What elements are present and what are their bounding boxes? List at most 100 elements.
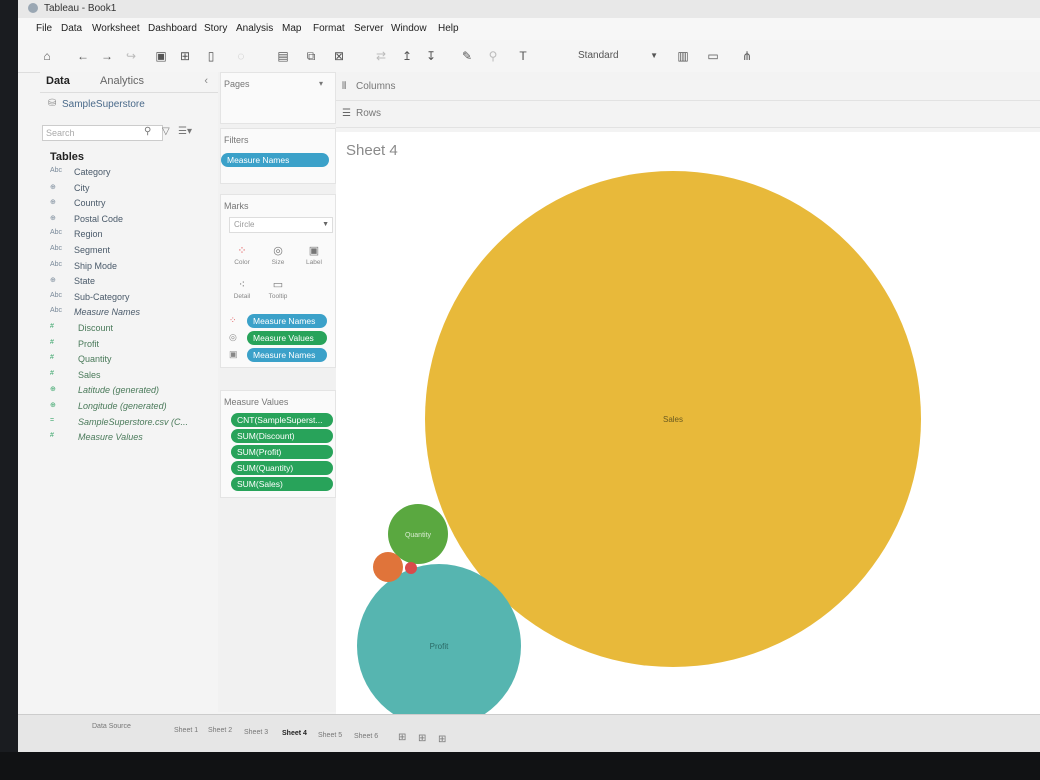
marks-pill-color[interactable]: Measure Names [247, 314, 327, 328]
pause-updates-icon[interactable]: ▯ [202, 48, 220, 64]
new-story-icon[interactable]: ⊞ [438, 734, 446, 745]
tab-sheet-2[interactable]: Sheet 2 [208, 727, 232, 734]
detail-button[interactable]: ⁖ Detail [227, 277, 257, 305]
size-button[interactable]: ◎ Size [263, 243, 293, 271]
mark-type-dropdown[interactable]: Circle ▼ [229, 217, 333, 233]
tab-sheet-6[interactable]: Sheet 6 [354, 733, 378, 740]
field-quantity[interactable]: # Quantity [50, 352, 218, 368]
measure-pill-profit[interactable]: SUM(Profit) [231, 445, 333, 459]
field-postal-code[interactable]: ⊕ Postal Code [50, 212, 218, 228]
field-discount[interactable]: # Discount [50, 321, 218, 337]
home-icon[interactable]: ⌂ [38, 48, 56, 64]
color-button[interactable]: ⁘ Color [227, 243, 257, 271]
geo-type-icon: ⊕ [50, 386, 56, 394]
tab-sheet-1[interactable]: Sheet 1 [174, 727, 198, 734]
field-label: Sub-Category [74, 291, 130, 302]
data-source-item[interactable]: ⛁ SampleSuperstore [40, 93, 218, 115]
chevron-down-icon: ▼ [650, 51, 658, 60]
text-label-icon[interactable]: T [514, 48, 532, 64]
field-record-count[interactable]: = SampleSuperstore.csv (C... [50, 415, 218, 431]
field-ship-mode[interactable]: Abc Ship Mode [50, 259, 218, 275]
measure-pill-quantity[interactable]: SUM(Quantity) [231, 461, 333, 475]
clear-sheet-icon[interactable]: ⊠ [330, 48, 348, 64]
field-profit[interactable]: # Profit [50, 337, 218, 353]
bubble-count[interactable] [373, 552, 403, 582]
tab-sheet-5[interactable]: Sheet 5 [318, 732, 342, 739]
bubble-quantity-label: Quantity [405, 532, 432, 539]
show-me-icon[interactable]: ▥ [674, 48, 692, 64]
filter-pill-measure-names[interactable]: Measure Names [221, 153, 329, 167]
measure-pill-discount[interactable]: SUM(Discount) [231, 429, 333, 443]
string-type-icon: Abc [50, 291, 63, 299]
tab-data[interactable]: Data [46, 75, 70, 87]
presentation-icon[interactable]: ▭ [704, 48, 722, 64]
back-arrow-icon[interactable]: ← [74, 48, 92, 64]
menu-help[interactable]: Help [438, 23, 459, 34]
sheet-tab-bar: Data Source Sheet 1 Sheet 2 Sheet 3 Shee… [18, 714, 1040, 752]
tab-analytics[interactable]: Analytics [100, 75, 144, 87]
new-data-source-icon[interactable]: ⊞ [176, 48, 194, 64]
tab-data-source[interactable]: Data Source [92, 723, 131, 730]
bubble-discount[interactable] [405, 562, 417, 574]
marks-pill-size[interactable]: Measure Values [247, 331, 327, 345]
menu-server[interactable]: Server [354, 23, 383, 34]
number-type-icon: # [50, 354, 54, 362]
menu-dashboard[interactable]: Dashboard [148, 23, 197, 34]
save-icon[interactable]: ▣ [152, 48, 170, 64]
view-size-dropdown[interactable]: Standard ▼ [578, 48, 658, 64]
color-encoding-icon: ⁘ [229, 315, 237, 325]
share-icon[interactable]: ⋔ [738, 48, 756, 64]
duplicate-icon[interactable]: ⧉ [302, 48, 320, 64]
menu-analysis[interactable]: Analysis [236, 23, 273, 34]
field-latitude[interactable]: ⊕ Latitude (generated) [50, 383, 218, 399]
label-button[interactable]: ▣ Label [299, 243, 329, 271]
run-update-icon[interactable]: ◌ [232, 48, 250, 64]
field-category[interactable]: Abc Category [50, 165, 218, 181]
menu-map[interactable]: Map [282, 23, 301, 34]
field-label: Longitude (generated) [78, 400, 167, 411]
sort-ascending-icon[interactable]: ↥ [398, 48, 416, 64]
field-measure-values[interactable]: # Measure Values [50, 430, 218, 446]
collapse-pane-icon[interactable]: ‹ [204, 75, 208, 87]
label-icon: ▣ [308, 245, 320, 257]
field-region[interactable]: Abc Region [50, 227, 218, 243]
sort-descending-icon[interactable]: ↧ [422, 48, 440, 64]
swap-icon[interactable]: ⇄ [372, 48, 390, 64]
number-type-icon: # [50, 369, 54, 377]
tooltip-button[interactable]: ▭ Tooltip [263, 277, 293, 305]
field-state[interactable]: ⊕ State [50, 274, 218, 290]
group-icon[interactable]: ⚲ [484, 48, 502, 64]
menu-story[interactable]: Story [204, 23, 227, 34]
columns-shelf[interactable]: ⫴ Columns [336, 74, 1040, 101]
field-sales[interactable]: # Sales [50, 368, 218, 384]
field-measure-names[interactable]: Abc Measure Names [50, 305, 218, 321]
tab-sheet-4[interactable]: Sheet 4 [282, 730, 307, 737]
menu-data[interactable]: Data [61, 23, 82, 34]
highlight-icon[interactable]: ✎ [458, 48, 476, 64]
menu-window[interactable]: Window [391, 23, 427, 34]
menu-file[interactable]: File [36, 23, 52, 34]
redo-icon[interactable]: ↪ [122, 48, 140, 64]
field-country[interactable]: ⊕ Country [50, 196, 218, 212]
measure-pill-count[interactable]: CNT(SampleSuperst... [231, 413, 333, 427]
tab-sheet-3[interactable]: Sheet 3 [244, 729, 268, 736]
menu-worksheet[interactable]: Worksheet [92, 23, 140, 34]
new-dashboard-icon[interactable]: ⊞ [418, 733, 426, 744]
pages-menu-icon[interactable]: ▾ [319, 79, 323, 88]
field-label: City [74, 182, 90, 193]
new-sheet-icon[interactable]: ⊞ [398, 732, 406, 743]
field-segment[interactable]: Abc Segment [50, 243, 218, 259]
view-options-icon[interactable]: ☰▾ [178, 126, 192, 137]
rows-shelf[interactable]: ☰ Rows [336, 101, 1040, 128]
field-sub-category[interactable]: Abc Sub-Category [50, 290, 218, 306]
field-longitude[interactable]: ⊕ Longitude (generated) [50, 399, 218, 415]
search-icon[interactable]: ⚲ [144, 126, 151, 137]
forward-arrow-icon[interactable]: → [98, 48, 116, 64]
menu-format[interactable]: Format [313, 23, 345, 34]
measure-pill-sales[interactable]: SUM(Sales) [231, 477, 333, 491]
field-city[interactable]: ⊕ City [50, 181, 218, 197]
filter-icon[interactable]: ▽ [162, 126, 170, 137]
string-type-icon: Abc [50, 244, 63, 252]
marks-pill-label[interactable]: Measure Names [247, 348, 327, 362]
new-worksheet-icon[interactable]: ▤ [274, 48, 292, 64]
